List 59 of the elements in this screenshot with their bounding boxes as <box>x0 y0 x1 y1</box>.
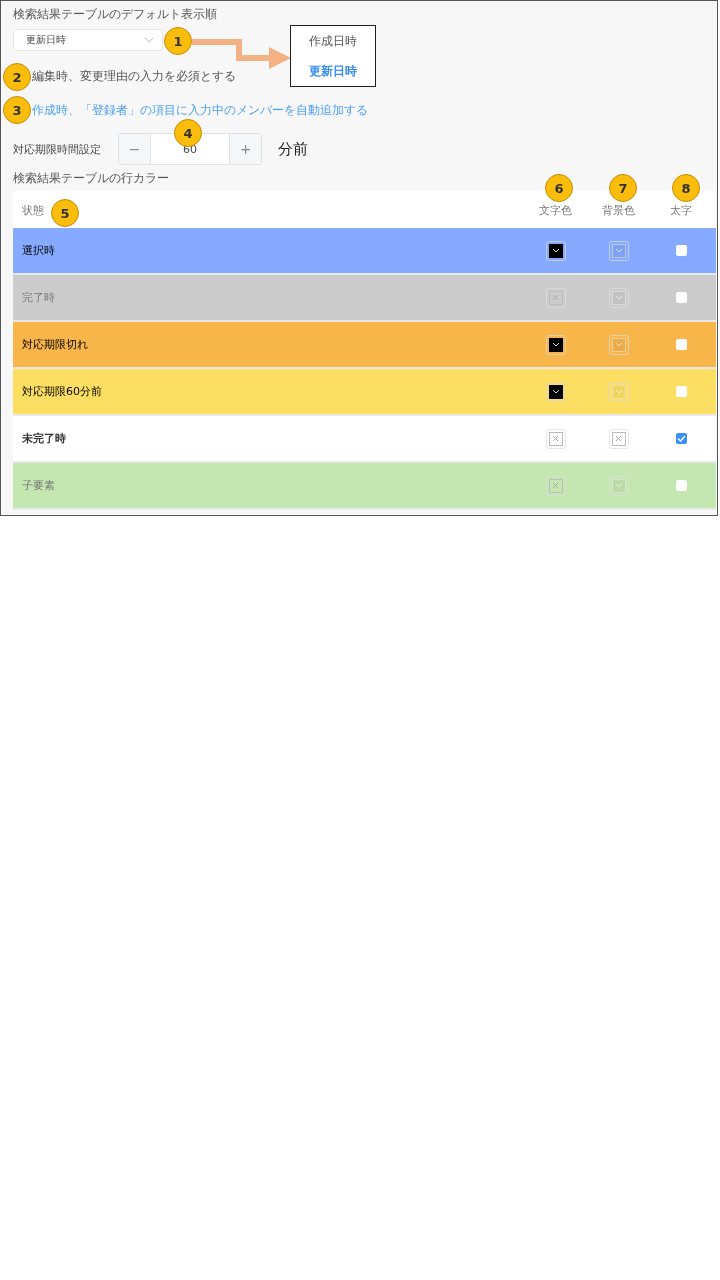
chevron-icon <box>551 248 560 253</box>
row-label: 子要素 <box>22 478 55 493</box>
color-picker[interactable] <box>608 428 629 449</box>
section-title: 検索結果テーブルの行カラー <box>13 170 169 185</box>
color-picker[interactable] <box>608 475 629 496</box>
decrement-button[interactable]: − <box>119 134 150 164</box>
color-picker[interactable] <box>545 475 566 496</box>
color-picker[interactable] <box>608 287 629 308</box>
chevron-icon <box>614 483 623 488</box>
chevron-icon <box>614 389 623 394</box>
column-header: 太字 <box>669 203 693 219</box>
unit-label: 分前 <box>278 139 308 159</box>
callout-badge: 1 <box>164 27 192 55</box>
chevron-icon <box>614 295 623 300</box>
color-picker[interactable] <box>608 240 629 261</box>
chevron-icon <box>551 389 560 394</box>
color-picker[interactable] <box>608 381 629 402</box>
color-picker[interactable] <box>608 334 629 355</box>
option-link[interactable]: 作成時、「登録者」の項目に入力中のメンバーを自動追加する <box>32 102 368 117</box>
column-header: 背景色 <box>601 203 636 219</box>
chevron-icon <box>614 248 623 253</box>
column-header: 文字色 <box>538 203 573 219</box>
callout-badge: 6 <box>545 174 573 202</box>
cross-icon <box>552 482 559 489</box>
setting-label: 検索結果テーブルのデフォルト表示順 <box>13 6 217 21</box>
color-picker[interactable] <box>545 334 566 355</box>
row-label: 完了時 <box>22 290 55 305</box>
deadline-label: 対応期限時間設定 <box>13 141 102 157</box>
column-header: 状態 <box>22 203 44 219</box>
cross-icon <box>552 435 559 442</box>
chevron-icon <box>144 37 154 43</box>
cross-icon <box>615 435 622 442</box>
cross-icon <box>552 294 559 301</box>
row-label: 未完了時 <box>22 431 66 446</box>
color-picker[interactable] <box>545 287 566 308</box>
chevron-icon <box>614 342 623 347</box>
row-label: 選択時 <box>22 243 55 258</box>
bold-checkbox[interactable] <box>675 245 687 256</box>
increment-button[interactable]: + <box>230 134 261 164</box>
bold-checkbox[interactable] <box>675 292 687 303</box>
callout-badge: 7 <box>609 174 637 202</box>
sort-select[interactable]: 更新日時 <box>13 29 163 51</box>
callout-badge: 8 <box>672 174 700 202</box>
check-icon <box>676 435 686 442</box>
option-text: 編集時、変更理由の入力を必須とする <box>32 68 236 83</box>
menu-item[interactable]: 更新日時 <box>309 62 357 80</box>
callout-badge: 3 <box>3 96 31 124</box>
color-picker[interactable] <box>545 428 566 449</box>
bold-checkbox[interactable] <box>675 339 687 350</box>
menu-item[interactable]: 作成日時 <box>309 32 357 50</box>
bold-checkbox[interactable] <box>675 386 687 397</box>
chevron-icon <box>551 342 560 347</box>
color-picker[interactable] <box>545 240 566 261</box>
bold-checkbox[interactable] <box>675 480 687 491</box>
bold-checkbox[interactable] <box>675 433 687 444</box>
color-picker[interactable] <box>545 381 566 402</box>
row-label: 対応期限切れ <box>22 337 88 352</box>
row-label: 対応期限60分前 <box>22 384 102 399</box>
callout-badge: 2 <box>3 63 31 91</box>
